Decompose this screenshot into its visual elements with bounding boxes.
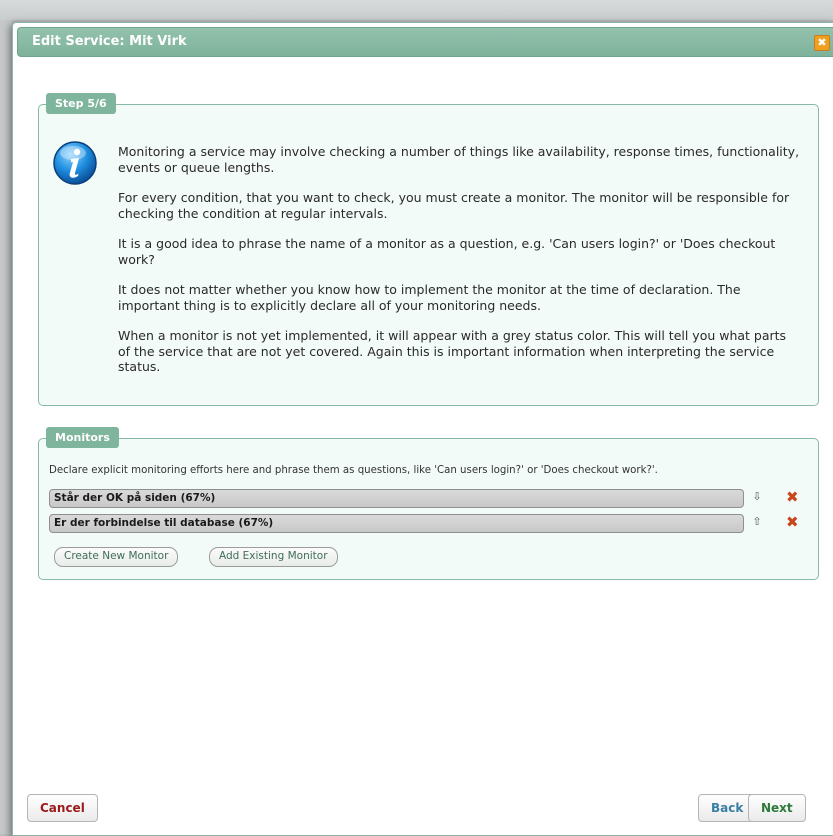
step-paragraph: When a monitor is not yet implemented, i… bbox=[118, 328, 787, 374]
delete-icon[interactable]: ✖ bbox=[786, 513, 799, 531]
info-icon bbox=[53, 141, 97, 185]
step-paragraph: Monitoring a service may involve checkin… bbox=[118, 144, 800, 175]
edit-service-dialog: Edit Service: Mit Virk ✖ Step 5/6 Monito… bbox=[12, 22, 833, 836]
next-button[interactable]: Next bbox=[748, 794, 806, 822]
step-legend: Step 5/6 bbox=[46, 93, 116, 114]
step-text: Monitoring a service may involve checkin… bbox=[118, 144, 800, 390]
monitor-item[interactable]: Står der OK på siden (67%) bbox=[49, 489, 744, 508]
close-button[interactable]: ✖ bbox=[814, 35, 830, 51]
dialog-titlebar: Edit Service: Mit Virk ✖ bbox=[17, 27, 833, 57]
create-new-monitor-button[interactable]: Create New Monitor bbox=[54, 547, 179, 567]
monitor-row: Er der forbindelse til database (67%) ⇧ … bbox=[49, 513, 809, 535]
step-paragraph: It does not matter whether you know how … bbox=[118, 282, 741, 313]
background-page-edge bbox=[0, 20, 12, 834]
dialog-title: Edit Service: Mit Virk bbox=[32, 34, 187, 49]
monitors-description: Declare explicit monitoring efforts here… bbox=[49, 465, 658, 476]
add-existing-monitor-button[interactable]: Add Existing Monitor bbox=[209, 547, 338, 567]
monitor-item[interactable]: Er der forbindelse til database (67%) bbox=[49, 514, 744, 533]
step-paragraph: For every condition, that you want to ch… bbox=[118, 190, 790, 221]
move-down-icon[interactable]: ⇩ bbox=[751, 490, 763, 503]
monitors-legend: Monitors bbox=[46, 427, 119, 448]
cancel-button[interactable]: Cancel bbox=[27, 794, 98, 822]
background-page bbox=[0, 0, 833, 20]
step-panel: Step 5/6 Monitoring a service may involv… bbox=[38, 93, 819, 406]
monitor-row: Står der OK på siden (67%) ⇩ ✖ bbox=[49, 488, 809, 510]
move-up-icon[interactable]: ⇧ bbox=[751, 515, 763, 528]
step-paragraph: It is a good idea to phrase the name of … bbox=[118, 236, 776, 267]
delete-icon[interactable]: ✖ bbox=[786, 488, 799, 506]
monitors-panel: Monitors Declare explicit monitoring eff… bbox=[38, 427, 819, 580]
close-icon: ✖ bbox=[817, 36, 827, 49]
